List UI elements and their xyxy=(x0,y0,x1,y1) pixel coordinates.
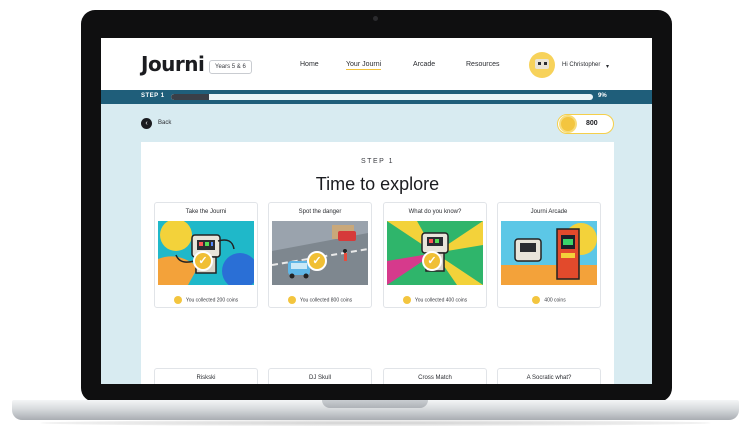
card-title: Journi Arcade xyxy=(530,209,568,215)
avatar[interactable] xyxy=(529,52,555,78)
coin-icon xyxy=(173,296,182,304)
progress-percent: 9% xyxy=(598,93,607,99)
checkmark-icon: ✓ xyxy=(193,251,213,271)
back-link[interactable]: Back xyxy=(158,120,171,126)
coin-icon xyxy=(287,296,296,304)
reward-text: You collected 800 coins xyxy=(299,297,353,304)
progress-step-label: STEP 1 xyxy=(141,93,165,99)
progress-track xyxy=(171,94,593,100)
checkmark-icon: ✓ xyxy=(422,251,442,271)
activity-card-dj-skull[interactable]: DJ Skull xyxy=(268,368,372,384)
card-title: Take the Journi xyxy=(185,209,227,215)
coin-icon xyxy=(402,296,411,304)
chevron-down-icon[interactable]: ▾ xyxy=(606,63,609,70)
nav-arcade[interactable]: Arcade xyxy=(413,61,435,68)
card-title: Spot the danger xyxy=(298,209,342,215)
progress-fill xyxy=(171,94,209,100)
nav-resources[interactable]: Resources xyxy=(466,61,499,68)
step-heading: STEP 1 xyxy=(361,158,394,165)
reward-text: You collected 200 coins xyxy=(185,297,239,304)
coins-value: 800 xyxy=(586,120,598,127)
activity-card-spot-the-danger[interactable]: Spot the danger ✓ You collected 800 coin… xyxy=(268,202,372,308)
card-reward: You collected 200 coins xyxy=(155,296,257,304)
card-reward: You collected 400 coins xyxy=(384,296,486,304)
nav-your-journi[interactable]: Your Journi xyxy=(346,61,382,70)
arrow-left-icon[interactable]: ‹ xyxy=(141,118,152,129)
reward-text: You collected 400 coins xyxy=(414,297,468,304)
nav-home[interactable]: Home xyxy=(300,61,319,68)
card-reward: You collected 800 coins xyxy=(269,296,371,304)
activity-card-riskski[interactable]: Riskski xyxy=(154,368,258,384)
card-reward: 400 coins xyxy=(498,296,600,304)
laptop-shadow xyxy=(40,420,711,426)
checkmark-icon: ✓ xyxy=(307,251,327,271)
activity-card-take-the-journi[interactable]: Take the Journi ✓ You collected 200 coin… xyxy=(154,202,258,308)
activity-card-cross-match[interactable]: Cross Match xyxy=(383,368,487,384)
years-badge: Years 5 & 6 xyxy=(209,60,252,74)
top-navigation-bar: Journi Years 5 & 6 Home Your Journi Arca… xyxy=(101,38,652,90)
coin-icon xyxy=(559,115,577,133)
coin-icon xyxy=(532,296,541,304)
page-title: Time to explore xyxy=(315,174,440,194)
laptop-hinge-notch xyxy=(322,400,428,408)
activity-card-journi-arcade[interactable]: Journi Arcade 400 coins xyxy=(497,202,601,308)
journi-logo[interactable]: Journi xyxy=(141,52,205,76)
step-progress-bar: STEP 1 9% xyxy=(101,90,652,104)
laptop-screen: Journi Years 5 & 6 Home Your Journi Arca… xyxy=(101,38,652,384)
card-title: A Socratic what? xyxy=(526,375,572,381)
activity-card-a-socratic-what[interactable]: A Socratic what? xyxy=(497,368,601,384)
card-title: What do you know? xyxy=(408,209,462,215)
avatar-eye xyxy=(544,62,547,65)
card-title: DJ Skull xyxy=(308,375,331,381)
avatar-eye xyxy=(538,62,541,65)
reward-text: 400 coins xyxy=(544,297,566,304)
card-title: Riskski xyxy=(196,375,216,381)
card-title: Cross Match xyxy=(418,375,452,381)
step-panel: STEP 1 Time to explore Take the Journi ✓… xyxy=(141,142,614,384)
activity-card-what-do-you-know[interactable]: What do you know? ✓ You collected 400 co… xyxy=(383,202,487,308)
arcade-illustration xyxy=(501,221,597,285)
laptop-camera xyxy=(373,16,378,21)
user-greeting[interactable]: Hi Christopher xyxy=(562,62,600,68)
